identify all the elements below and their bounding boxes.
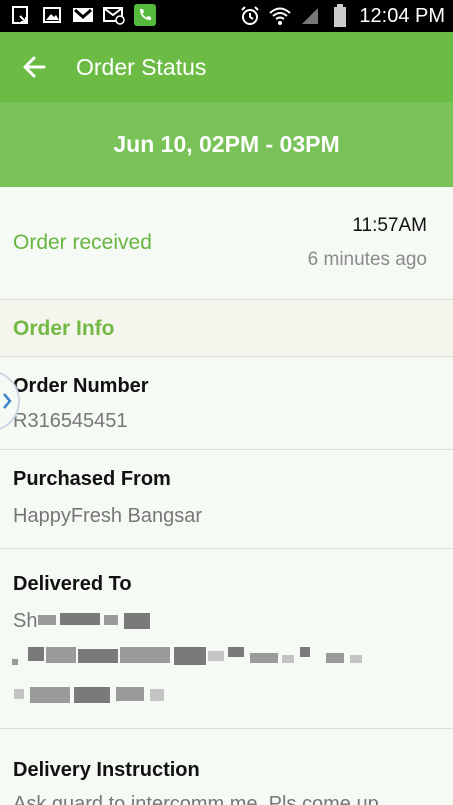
page-title: Order Status bbox=[76, 54, 207, 80]
delivery-slot-text: Jun 10, 02PM - 03PM bbox=[113, 131, 340, 157]
delivery-instruction-value: Ask guard to intercomm me. Pls come up bbox=[13, 793, 379, 805]
order-status-relative-time: 6 minutes ago bbox=[307, 249, 427, 270]
phone-icon bbox=[134, 4, 156, 26]
order-info-header: Order Info bbox=[0, 300, 453, 357]
signal-icon bbox=[299, 5, 321, 27]
order-number-value: R316545451 bbox=[13, 410, 128, 432]
email-icon bbox=[103, 4, 125, 26]
notification-icon bbox=[10, 4, 32, 26]
status-bar-time: 12:04 PM bbox=[359, 4, 445, 27]
status-bar: 12:04 PM bbox=[0, 0, 453, 32]
delivery-instruction-label: Delivery Instruction bbox=[13, 759, 200, 781]
delivery-slot-banner: Jun 10, 02PM - 03PM bbox=[0, 102, 453, 187]
order-number-block: Order Number R316545451 bbox=[0, 357, 453, 450]
app-bar: Order Status bbox=[0, 32, 453, 102]
chevron-right-icon bbox=[3, 393, 12, 409]
battery-icon bbox=[329, 4, 351, 27]
delivered-to-label: Delivered To bbox=[13, 573, 132, 595]
order-status-row: Order received 11:57AM 6 minutes ago bbox=[0, 187, 453, 300]
back-button[interactable] bbox=[20, 52, 50, 82]
delivered-to-block: Delivered To Sh bbox=[0, 549, 453, 729]
order-number-label: Order Number bbox=[13, 375, 149, 397]
wifi-icon bbox=[269, 5, 292, 27]
order-status-time: 11:57AM bbox=[352, 215, 427, 236]
order-status-label: Order received bbox=[13, 231, 152, 254]
order-info-title: Order Info bbox=[13, 317, 115, 340]
purchased-from-block: Purchased From HappyFresh Bangsar bbox=[0, 450, 453, 549]
purchased-from-value: HappyFresh Bangsar bbox=[13, 505, 202, 527]
purchased-from-label: Purchased From bbox=[13, 468, 171, 490]
alarm-icon bbox=[239, 5, 261, 27]
image-icon bbox=[41, 4, 63, 26]
back-arrow-icon bbox=[23, 56, 46, 78]
delivered-to-name: Sh bbox=[13, 610, 38, 632]
delivery-instruction-block: Delivery Instruction Ask guard to interc… bbox=[0, 729, 453, 805]
gmail-icon bbox=[72, 4, 94, 26]
